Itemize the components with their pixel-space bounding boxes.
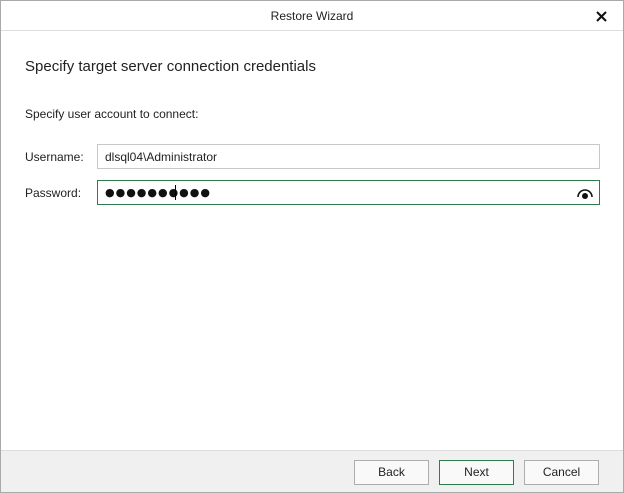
password-label: Password: — [25, 186, 82, 200]
wizard-footer: Back Next Cancel — [1, 450, 623, 492]
password-input[interactable] — [98, 181, 568, 204]
next-button[interactable]: Next — [439, 460, 514, 485]
close-button[interactable] — [591, 6, 611, 26]
back-button[interactable]: Back — [354, 460, 429, 485]
page-heading: Specify target server connection credent… — [25, 58, 316, 75]
password-field[interactable] — [97, 180, 600, 205]
window-title: Restore Wizard — [270, 9, 354, 23]
title-bar: Restore Wizard — [1, 1, 623, 31]
show-password-button[interactable] — [575, 183, 595, 202]
cancel-button[interactable]: Cancel — [524, 460, 599, 485]
eye-icon — [577, 188, 593, 199]
page-subheading: Specify user account to connect: — [25, 107, 199, 121]
username-label: Username: — [25, 150, 84, 164]
restore-wizard-window: Restore Wizard Specify target server con… — [0, 0, 624, 493]
close-icon — [595, 10, 607, 22]
text-caret — [175, 185, 176, 200]
username-input[interactable] — [97, 144, 600, 169]
